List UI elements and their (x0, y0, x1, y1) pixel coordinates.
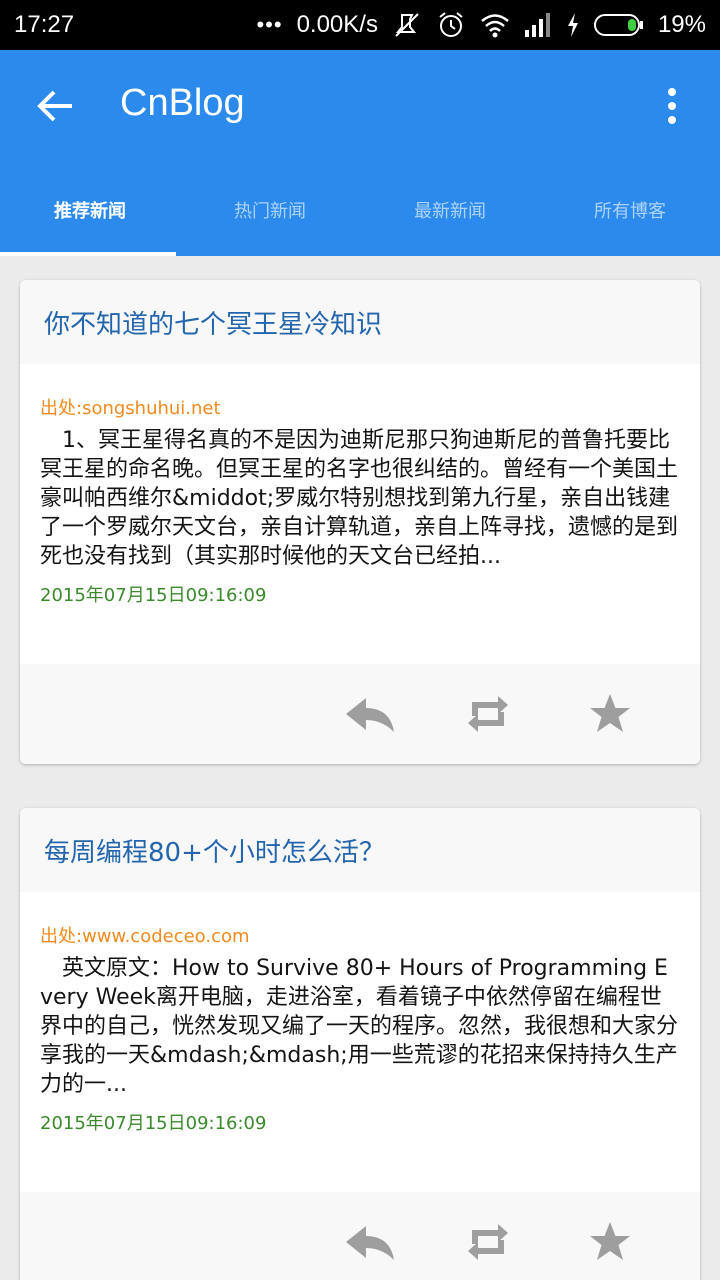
card-actions (20, 1192, 700, 1280)
share-button[interactable] (460, 692, 516, 736)
mute-icon (395, 13, 419, 37)
alarm-icon (439, 12, 463, 37)
battery-percent: 19% (657, 11, 706, 38)
toolbar: CnBlog (0, 50, 720, 162)
card-header: 你不知道的七个冥王星冷知识 (20, 280, 700, 364)
status-time: 17:27 (14, 11, 75, 38)
card-body: 出处:www.codeceo.com 英文原文：How to Survive 8… (20, 892, 700, 1149)
news-card[interactable]: 你不知道的七个冥王星冷知识 出处:songshuhui.net 1、冥王星得名真… (20, 280, 700, 764)
news-card[interactable]: 每周编程80+个小时怎么活？ 出处:www.codeceo.com 英文原文：H… (20, 808, 700, 1280)
network-speed: 0.00K/s (296, 11, 378, 38)
card-source: 出处:songshuhui.net (40, 398, 221, 419)
star-icon (590, 694, 630, 732)
tab-indicator (0, 252, 176, 256)
reply-icon (346, 1226, 394, 1260)
tab-all-blogs[interactable]: 所有博客 (540, 180, 720, 244)
tab-bar: 推荐新闻 热门新闻 最新新闻 所有博客 (0, 180, 720, 244)
app-title: CnBlog (120, 82, 245, 124)
tab-hot-news[interactable]: 热门新闻 (180, 180, 360, 244)
card-header: 每周编程80+个小时怎么活？ (20, 808, 700, 892)
charging-icon (567, 13, 578, 37)
arrow-left-icon (37, 90, 72, 122)
card-time: 2015年07月15日09:16:09 (40, 585, 267, 606)
share-button[interactable] (460, 1220, 516, 1264)
status-icons: ••• 0.00K/s 19% (256, 10, 706, 40)
more-vertical-icon (668, 88, 676, 124)
tab-recommended-news[interactable]: 推荐新闻 (0, 180, 180, 244)
star-icon (590, 1222, 630, 1260)
retweet-icon (468, 1224, 508, 1260)
card-time: 2015年07月15日09:16:09 (40, 1113, 267, 1134)
card-body: 出处:songshuhui.net 1、冥王星得名真的不是因为迪斯尼那只狗迪斯尼… (20, 364, 700, 621)
back-button[interactable] (36, 86, 76, 126)
card-title[interactable]: 每周编程80+个小时怎么活？ (44, 832, 385, 869)
overflow-menu-button[interactable] (660, 86, 684, 126)
favorite-button[interactable] (582, 692, 638, 736)
card-actions (20, 664, 700, 764)
battery-icon (593, 14, 643, 36)
reply-icon (346, 698, 394, 732)
favorite-button[interactable] (582, 1220, 638, 1264)
card-title[interactable]: 你不知道的七个冥王星冷知识 (44, 304, 382, 341)
wifi-icon (481, 14, 509, 38)
retweet-icon (468, 696, 508, 732)
signal-icon (524, 13, 550, 37)
reply-button[interactable] (342, 692, 398, 736)
card-summary: 英文原文：How to Survive 80+ Hours of Program… (40, 956, 679, 1097)
card-summary: 1、冥王星得名真的不是因为迪斯尼那只狗迪斯尼的普鲁托要比冥王星的命名晚。但冥王星… (40, 428, 679, 569)
tab-latest-news[interactable]: 最新新闻 (360, 180, 540, 244)
app-bar: CnBlog 推荐新闻 热门新闻 最新新闻 所有博客 (0, 50, 720, 256)
card-source: 出处:www.codeceo.com (40, 926, 250, 947)
status-bar: 17:27 ••• 0.00K/s 19% (0, 0, 720, 50)
more-dots-icon: ••• (256, 12, 283, 37)
reply-button[interactable] (342, 1220, 398, 1264)
